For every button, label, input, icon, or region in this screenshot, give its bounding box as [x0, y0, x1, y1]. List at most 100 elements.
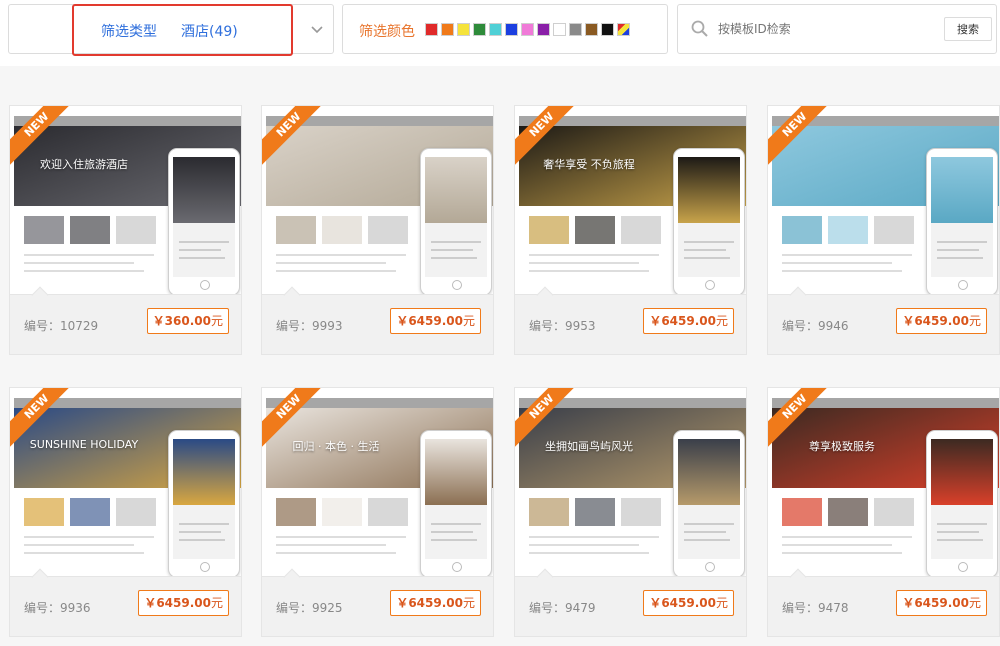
- price-tag[interactable]: ￥6459.00元: [643, 308, 734, 334]
- price-unit: 元: [715, 596, 728, 610]
- color-filter-label: 筛选颜色: [359, 24, 415, 40]
- template-info: 编号：10729 ￥360.00元: [9, 286, 242, 355]
- template-code: 编号：9946: [782, 319, 849, 333]
- color-swatch[interactable]: [601, 23, 614, 36]
- chevron-down-icon[interactable]: [307, 17, 327, 41]
- price-tag[interactable]: ￥360.00元: [146, 308, 229, 334]
- template-card[interactable]: NEW 编号：9946 ￥6459.00元: [767, 105, 1000, 355]
- template-code: 编号：10729: [24, 319, 99, 333]
- template-info: 编号：9936 ￥6459.00元: [9, 568, 242, 637]
- mobile-preview: [673, 148, 745, 294]
- phone-home-button: [452, 280, 462, 290]
- template-card[interactable]: 尊享极致服务 NEW 编号：9478 ￥6459.00元: [767, 387, 1000, 637]
- color-swatch[interactable]: [457, 23, 470, 36]
- price-tag[interactable]: ￥6459.00元: [896, 590, 987, 616]
- price-value: ￥6459.00: [144, 596, 211, 610]
- template-thumbnail[interactable]: NEW: [261, 105, 494, 295]
- search-button[interactable]: 搜索: [944, 17, 992, 41]
- template-thumbnail[interactable]: 欢迎入住旅游酒店 NEW: [9, 105, 242, 295]
- template-grid: 欢迎入住旅游酒店 NEW 编号：10729 ￥360.00元 NEW 编号：99…: [0, 88, 1000, 646]
- price-value: ￥6459.00: [902, 314, 969, 328]
- phone-home-button: [958, 280, 968, 290]
- color-swatch[interactable]: [441, 23, 454, 36]
- template-info: 编号：9925 ￥6459.00元: [261, 568, 494, 637]
- new-badge-label: NEW: [515, 106, 585, 171]
- template-thumbnail[interactable]: 奢华享受 不负旅程 NEW: [514, 105, 747, 295]
- price-unit: 元: [462, 596, 475, 610]
- color-swatch[interactable]: [489, 23, 502, 36]
- new-badge: NEW: [10, 388, 80, 458]
- mobile-preview: [168, 148, 240, 294]
- template-card[interactable]: NEW 编号：9993 ￥6459.00元: [261, 105, 494, 355]
- color-swatch[interactable]: [505, 23, 518, 36]
- color-swatch[interactable]: [553, 23, 566, 36]
- mobile-preview: [926, 148, 998, 294]
- new-badge: NEW: [515, 106, 585, 176]
- template-thumbnail[interactable]: NEW: [767, 105, 1000, 295]
- template-code: 编号：9993: [276, 319, 343, 333]
- new-badge: NEW: [10, 106, 80, 176]
- template-thumbnail[interactable]: 坐拥如画鸟屿风光 NEW: [514, 387, 747, 577]
- color-swatch[interactable]: [425, 23, 438, 36]
- phone-home-button: [200, 280, 210, 290]
- template-thumbnail[interactable]: 尊享极致服务 NEW: [767, 387, 1000, 577]
- color-swatches: [425, 23, 630, 36]
- template-code: 编号：9953: [529, 319, 596, 333]
- phone-home-button: [705, 562, 715, 572]
- new-badge-label: NEW: [10, 388, 80, 453]
- new-badge: NEW: [515, 388, 585, 458]
- template-card[interactable]: 奢华享受 不负旅程 NEW 编号：9953 ￥6459.00元: [514, 105, 747, 355]
- mobile-preview: [420, 430, 492, 576]
- template-card[interactable]: 坐拥如画鸟屿风光 NEW 编号：9479 ￥6459.00元: [514, 387, 747, 637]
- template-code: 编号：9479: [529, 601, 596, 615]
- search-box: 搜索: [677, 4, 997, 54]
- template-card[interactable]: 回归 · 本色 · 生活 NEW 编号：9925 ￥6459.00元: [261, 387, 494, 637]
- template-thumbnail[interactable]: SUNSHINE HOLIDAY NEW: [9, 387, 242, 577]
- mobile-preview: [673, 430, 745, 576]
- price-value: ￥6459.00: [649, 314, 716, 328]
- search-icon: [691, 20, 708, 37]
- mobile-preview: [926, 430, 998, 576]
- new-badge-label: NEW: [262, 388, 332, 453]
- color-swatch[interactable]: [585, 23, 598, 36]
- template-info: 编号：9953 ￥6459.00元: [514, 286, 747, 355]
- price-tag[interactable]: ￥6459.00元: [390, 590, 481, 616]
- color-swatch[interactable]: [617, 23, 630, 36]
- type-filter-highlight: [72, 4, 293, 56]
- new-badge: NEW: [262, 106, 332, 176]
- template-code: 编号：9478: [782, 601, 849, 615]
- price-unit: 元: [715, 314, 728, 328]
- price-tag[interactable]: ￥6459.00元: [896, 308, 987, 334]
- template-thumbnail[interactable]: 回归 · 本色 · 生活 NEW: [261, 387, 494, 577]
- price-unit: 元: [968, 596, 981, 610]
- new-badge-label: NEW: [768, 106, 838, 171]
- price-unit: 元: [210, 314, 223, 328]
- new-badge-label: NEW: [515, 388, 585, 453]
- new-badge-label: NEW: [10, 106, 80, 171]
- color-swatch[interactable]: [473, 23, 486, 36]
- new-badge: NEW: [768, 388, 838, 458]
- price-tag[interactable]: ￥6459.00元: [138, 590, 229, 616]
- template-card[interactable]: SUNSHINE HOLIDAY NEW 编号：9936 ￥6459.00元: [9, 387, 242, 637]
- phone-home-button: [958, 562, 968, 572]
- price-unit: 元: [968, 314, 981, 328]
- search-input[interactable]: [718, 17, 928, 41]
- new-badge-label: NEW: [262, 106, 332, 171]
- price-value: ￥360.00: [152, 314, 211, 328]
- color-swatch[interactable]: [569, 23, 582, 36]
- color-swatch[interactable]: [537, 23, 550, 36]
- mobile-preview: [420, 148, 492, 294]
- filter-bar: 筛选类型 酒店(49) 筛选颜色 搜索: [0, 0, 1000, 66]
- phone-home-button: [705, 280, 715, 290]
- price-tag[interactable]: ￥6459.00元: [643, 590, 734, 616]
- new-badge-label: NEW: [768, 388, 838, 453]
- color-swatch[interactable]: [521, 23, 534, 36]
- phone-home-button: [200, 562, 210, 572]
- new-badge: NEW: [262, 388, 332, 458]
- template-info: 编号：9946 ￥6459.00元: [767, 286, 1000, 355]
- price-tag[interactable]: ￥6459.00元: [390, 308, 481, 334]
- new-badge: NEW: [768, 106, 838, 176]
- color-filter-box: 筛选颜色: [342, 4, 668, 54]
- price-value: ￥6459.00: [902, 596, 969, 610]
- template-card[interactable]: 欢迎入住旅游酒店 NEW 编号：10729 ￥360.00元: [9, 105, 242, 355]
